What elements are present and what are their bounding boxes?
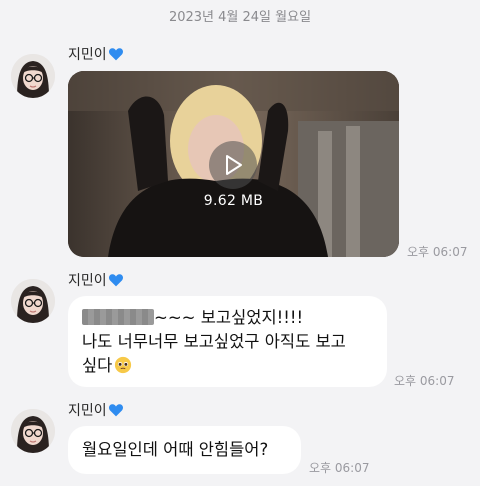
video-file-size: 9.62 MB xyxy=(203,193,264,209)
message-line-3: 싶다 xyxy=(82,354,373,378)
avatar-image xyxy=(11,409,55,453)
message-time: 오후 06:07 xyxy=(309,461,370,475)
date-header: 2023년 4월 24일 월요일 xyxy=(168,10,312,25)
message-time: 오후 06:07 xyxy=(407,245,468,259)
message-line-1: ~~~ 보고싶었지!!!! xyxy=(82,306,373,330)
sender-name: 지민이 xyxy=(68,270,124,290)
message-bubble[interactable]: ~~~ 보고싶었지!!!! 나도 너무너무 보고싶었구 아직도 보고 싶다 xyxy=(68,296,387,387)
sender-name: 지민이 xyxy=(68,400,124,420)
sender-label: 지민이 xyxy=(68,47,107,63)
message-text-line2: 나도 너무너무 보고싶었구 아직도 보고 xyxy=(82,332,346,351)
message-text-line1: ~~~ 보고싶었지!!!! xyxy=(154,308,304,327)
avatar[interactable] xyxy=(11,279,55,323)
blue-heart-icon xyxy=(108,274,123,287)
avatar-image xyxy=(11,54,55,98)
sender-label: 지민이 xyxy=(68,403,107,419)
message-time: 오후 06:07 xyxy=(394,374,455,388)
avatar[interactable] xyxy=(11,54,55,98)
sender-name: 지민이 xyxy=(68,44,124,64)
message-text-line3: 싶다 xyxy=(82,356,113,375)
message-text-line: 월요일인데 어때 안힘들어? xyxy=(82,440,269,459)
blue-heart-icon xyxy=(108,404,123,417)
sender-label: 지민이 xyxy=(68,273,107,289)
play-button[interactable] xyxy=(209,141,257,189)
play-icon xyxy=(226,155,242,175)
avatar[interactable] xyxy=(11,409,55,453)
video-attachment[interactable]: 9.62 MB xyxy=(68,71,399,257)
redacted-block xyxy=(82,309,154,325)
pleading-face-emoji xyxy=(115,356,132,374)
blue-heart-icon xyxy=(108,48,123,61)
avatar-image xyxy=(11,279,55,323)
message-bubble[interactable]: 월요일인데 어때 안힘들어? xyxy=(68,426,301,474)
